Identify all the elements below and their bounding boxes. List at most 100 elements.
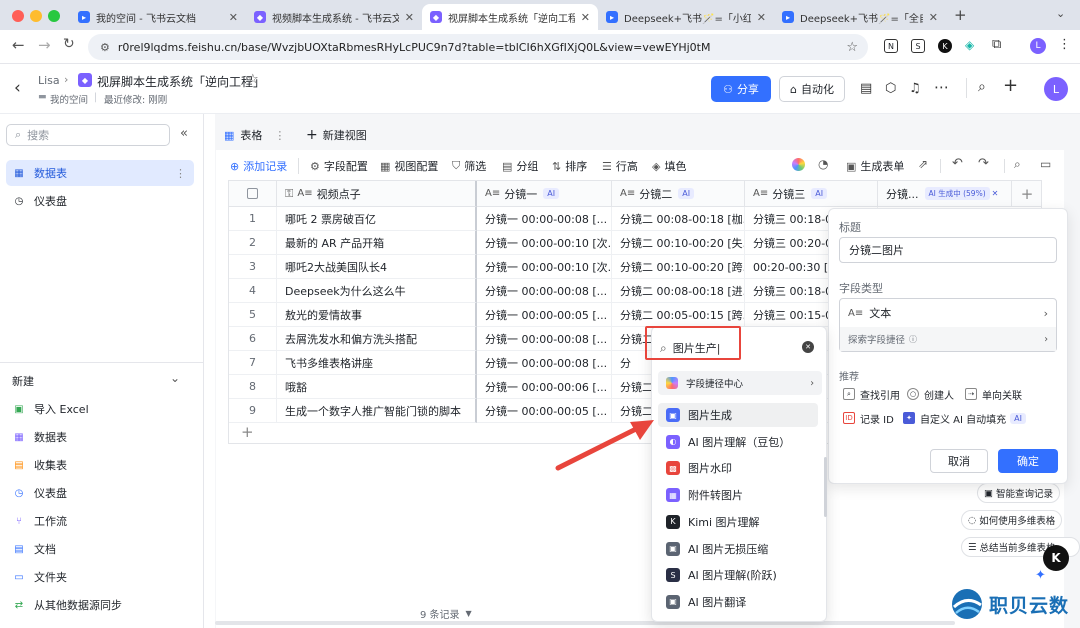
column-header-idea[interactable]: ⚿ A≡ 视频点子	[277, 181, 477, 207]
bookmark-star-icon[interactable]: ☆	[846, 40, 858, 55]
share-button[interactable]: ⚇ 分享	[711, 76, 771, 102]
new-view-button[interactable]: + 新建视图	[306, 126, 367, 144]
close-tab-icon[interactable]: ✕	[929, 11, 938, 24]
extension-diamond-icon[interactable]: ◈	[965, 38, 974, 52]
tab-table-view[interactable]: ▦ 表格 ⋮	[224, 126, 285, 144]
row-number[interactable]: 2	[229, 231, 277, 255]
doc-title[interactable]: 视屏脚本生成系统「逆向工程」	[97, 73, 265, 90]
table-cell[interactable]: 分镜二 00:10-00:20 [跨...	[612, 255, 745, 279]
select-all-checkbox[interactable]	[229, 181, 277, 207]
shortcut-item[interactable]: ▦ 附件转图片	[658, 483, 818, 507]
sidebar-new-datatable[interactable]: ▦ 数据表	[6, 424, 194, 450]
shortcut-center-item[interactable]: 字段捷径中心 ›	[658, 371, 822, 395]
find-icon[interactable]: ⌕	[1014, 157, 1021, 172]
table-cell[interactable]: 哦豁	[277, 375, 477, 399]
close-tab-icon[interactable]: ✕	[229, 11, 238, 24]
browser-tab-4[interactable]: ▸ Deepseek+飞书🪄=「小红书 ✕	[598, 4, 774, 30]
close-icon[interactable]: ✕	[992, 189, 999, 198]
back-chevron-icon[interactable]: ‹	[14, 78, 21, 98]
row-number[interactable]: 6	[229, 327, 277, 351]
table-cell[interactable]: 去屑洗发水和偏方洗头搭配	[277, 327, 477, 351]
sort-button[interactable]: ⇅ 排序	[552, 158, 587, 174]
row-number[interactable]: 3	[229, 255, 277, 279]
table-cell[interactable]: 分镜一 00:00-00:05 [...	[477, 303, 612, 327]
chip-record-id[interactable]: ID 记录 ID	[839, 409, 898, 427]
notification-bell-icon[interactable]: ♫	[909, 81, 921, 96]
browser-menu-icon[interactable]: ⋮	[1058, 37, 1071, 52]
clear-search-icon[interactable]: ✕	[802, 341, 814, 353]
extension-k-icon[interactable]: K	[938, 39, 952, 53]
shortcut-item[interactable]: ▣ AI 图片翻译	[658, 590, 818, 614]
close-tab-icon[interactable]: ✕	[757, 11, 766, 24]
extension-n-icon[interactable]: N	[884, 39, 898, 53]
confirm-button[interactable]: 确定	[998, 449, 1058, 473]
browser-tab-5[interactable]: ▸ Deepseek+飞书🪄=「全自动 ✕	[774, 4, 946, 30]
history-icon[interactable]: ◔	[818, 157, 828, 171]
close-tab-icon[interactable]: ✕	[405, 11, 414, 24]
dropdown-scrollbar[interactable]	[824, 457, 827, 517]
extensions-puzzle-icon[interactable]: ⧉	[992, 37, 1001, 52]
ai-sparkle-icon[interactable]: ✦	[1035, 568, 1046, 583]
table-cell[interactable]: 分镜二 00:08-00:18 [进...	[612, 279, 745, 303]
more-options-icon[interactable]: ⋯	[934, 78, 949, 96]
sidebar-search-input[interactable]: ⌕ 搜索	[6, 124, 170, 146]
sidebar-new-sync[interactable]: ⇄ 从其他数据源同步	[6, 592, 194, 618]
kimi-assistant-icon[interactable]: K	[1043, 545, 1069, 571]
address-bar[interactable]: ⚙ r0rel9lqdms.feishu.cn/base/WvzjbUOXtaR…	[88, 34, 868, 60]
browser-tab-2[interactable]: ◆ 视频脚本生成系统 - 飞书云文档 ✕	[246, 4, 422, 30]
table-cell[interactable]: 分镜二 00:08-00:18 [枷...	[612, 207, 745, 231]
sidebar-new-import-excel[interactable]: ▣ 导入 Excel	[6, 396, 194, 422]
minimize-window-icon[interactable]	[30, 10, 42, 22]
shortcut-item[interactable]: ◐ AI 图片理解（豆包）	[658, 430, 818, 454]
filter-button[interactable]: ⛉ 筛选	[452, 158, 486, 174]
shortcut-item[interactable]: ▩ 图片水印	[658, 456, 818, 480]
row-number[interactable]: 7	[229, 351, 277, 375]
shortcut-item[interactable]: S AI 图片理解(阶跃)	[658, 563, 818, 587]
fill-color-button[interactable]: ◈ 填色	[652, 158, 686, 174]
maximize-window-icon[interactable]	[48, 10, 60, 22]
explore-shortcut-item[interactable]: 探索字段捷径 ⓘ ›	[840, 327, 1056, 351]
generate-form-button[interactable]: ▣ 生成表单	[846, 158, 904, 174]
column-header-shot2[interactable]: A≡ 分镜二 AI	[612, 181, 745, 207]
field-config-button[interactable]: ⚙ 字段配置	[310, 158, 368, 174]
add-row-icon[interactable]: +	[241, 423, 254, 441]
ai-assistant-icon[interactable]	[792, 158, 805, 171]
user-avatar[interactable]: L	[1044, 77, 1068, 101]
sidebar-new-form[interactable]: ▤ 收集表	[6, 452, 194, 478]
table-cell[interactable]: 分镜二 00:10-00:20 [失...	[612, 231, 745, 255]
chip-custom-ai[interactable]: ✦ 自定义 AI 自动填充 AI	[899, 409, 1030, 427]
collapse-sidebar-icon[interactable]: «	[180, 126, 188, 141]
notes-icon[interactable]: ▤	[860, 81, 872, 96]
extension-s-icon[interactable]: S	[911, 39, 925, 53]
reload-icon[interactable]: ↻	[63, 36, 75, 52]
back-arrow-icon[interactable]: ←	[12, 36, 25, 54]
doc-location[interactable]: 我的空间	[50, 92, 88, 106]
automation-button[interactable]: ⌂ 自动化	[779, 76, 845, 102]
chip-creator[interactable]: ○ 创建人	[903, 385, 958, 403]
group-button[interactable]: ▤ 分组	[502, 158, 538, 174]
field-type-select[interactable]: A≡ 文本 › 探索字段捷径 ⓘ ›	[839, 298, 1057, 352]
tab-list-chevron-icon[interactable]: ⌄	[1056, 7, 1065, 20]
column-header-shot3[interactable]: A≡ 分镜三 AI	[745, 181, 878, 207]
redo-icon[interactable]: ↷	[978, 156, 989, 171]
sidebar-item-datatable[interactable]: ▦ 数据表 ⋮	[6, 160, 194, 186]
row-number[interactable]: 1	[229, 207, 277, 231]
forward-arrow-icon[interactable]: →	[38, 36, 51, 54]
sidebar-new-dashboard[interactable]: ◷ 仪表盘	[6, 480, 194, 506]
table-cell[interactable]: 哪吒2大战美国队长4	[277, 255, 477, 279]
view-more-icon[interactable]: ⋮	[274, 129, 285, 142]
add-column-icon[interactable]: +	[1012, 181, 1041, 207]
chip-one-way-link[interactable]: ⇢ 单向关联	[961, 385, 1026, 403]
table-cell[interactable]: 敖光的爱情故事	[277, 303, 477, 327]
row-number[interactable]: 4	[229, 279, 277, 303]
breadcrumb-user[interactable]: Lisa	[38, 74, 60, 87]
close-window-icon[interactable]	[12, 10, 24, 22]
column-header-shot-new[interactable]: 分镜... AI 生成中 (59%) ✕	[878, 181, 1012, 207]
chevron-down-icon[interactable]: ⌄	[170, 371, 180, 385]
title-input[interactable]: 分镜二图片	[839, 237, 1057, 263]
column-header-shot1[interactable]: A≡ 分镜一 AI	[477, 181, 612, 207]
sidebar-new-folder[interactable]: ▭ 文件夹	[6, 564, 194, 590]
table-cell[interactable]: 分镜一 00:00-00:06 [...	[477, 375, 612, 399]
sidebar-item-dashboard[interactable]: ◷ 仪表盘	[6, 188, 194, 214]
shortcut-item[interactable]: ▣ 图片生成	[658, 403, 818, 427]
